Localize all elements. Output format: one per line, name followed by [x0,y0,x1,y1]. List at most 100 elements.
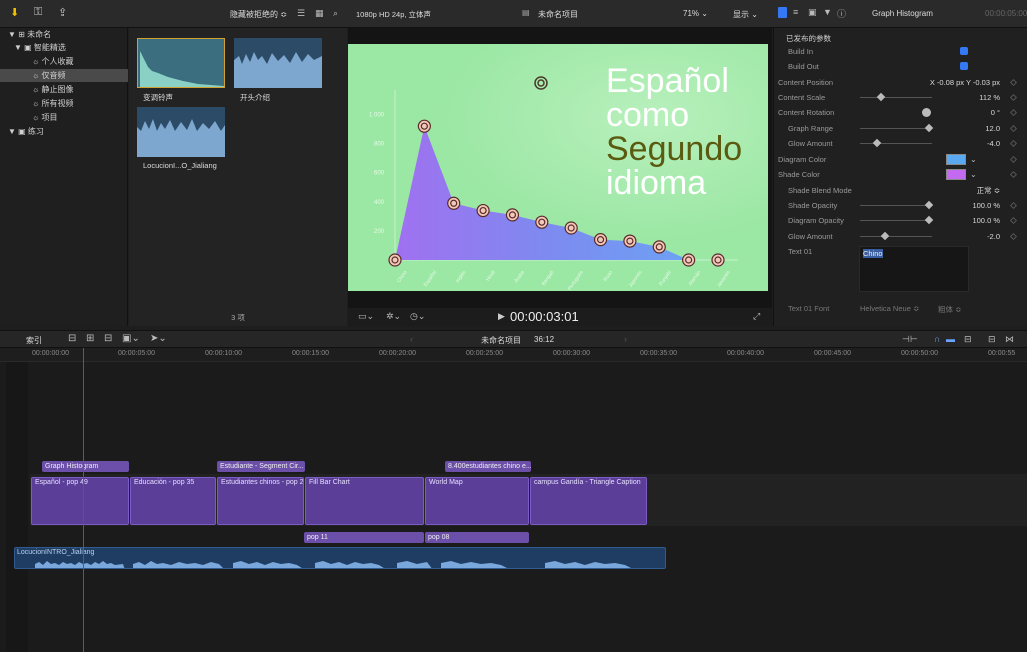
slider-track[interactable] [860,128,932,129]
library-item-all-video[interactable]: ☼ 所有视频 [0,97,128,110]
title-clip[interactable]: 8.400estudiantes chino e... [445,461,531,472]
param-value[interactable]: 12.0 [934,121,1000,136]
speed-icon[interactable]: ◷⌄ [410,311,425,322]
list-view-icon[interactable]: ☰ [297,8,305,19]
keyframe-icon[interactable] [1009,201,1018,210]
slider-knob[interactable] [924,215,934,225]
video-inspector-icon[interactable]: ▣ [808,7,817,18]
select-tool-icon[interactable]: ➤⌄ [150,333,167,344]
clip-appearance-icon[interactable]: ▦ [315,8,324,19]
title-clip[interactable]: Graph Histogram [42,461,129,472]
slider-knob[interactable] [924,123,934,133]
clip-thumbnail[interactable] [137,107,225,157]
param-value[interactable]: 0 ° [934,105,1000,120]
audio-meter-icon[interactable]: ⊣⊢ [902,334,918,345]
fullscreen-icon[interactable]: ⤢ [753,311,760,322]
keyframe-icon[interactable] [1009,232,1018,241]
keyframe-icon[interactable] [1009,93,1018,102]
slider-track[interactable] [860,220,932,221]
clip-thumbnail[interactable] [137,38,225,88]
text-inspector-icon[interactable]: ≡ [793,7,798,17]
param-value[interactable]: 112 % [934,90,1000,105]
slider-knob[interactable] [880,231,890,241]
slider-track[interactable] [860,205,932,206]
filter-inspector-icon[interactable]: ▼ [823,7,832,17]
library-item-smart-collections[interactable]: ▼ ▣ 智能精选 [0,41,128,54]
timeline-clip[interactable]: campus Gandía - Triangle Caption [530,477,647,525]
snapping-icon[interactable]: ▬ [946,334,955,344]
chevron-down-icon[interactable]: ⌄ [970,167,977,182]
keyword-icon[interactable]: ⚿ [34,6,48,20]
weight-select[interactable]: 粗体 ≎ [938,304,961,315]
clip-appearance-icon[interactable]: ⊟ [964,334,972,345]
title-clip[interactable]: Estudiante - Segment Cir... [217,461,305,472]
effects-browser-icon[interactable]: ⊟ [988,334,996,345]
playhead[interactable] [83,348,84,652]
transform-icon[interactable]: ▭⌄ [358,311,374,322]
rotation-dial-icon[interactable] [922,108,931,117]
param-label[interactable]: Diagram Color [778,152,826,167]
transitions-icon[interactable]: ⋈ [1005,334,1014,345]
param-value[interactable]: X -0.08 px Y -0.03 px [874,75,1000,90]
append-clip-icon[interactable]: ⊟ [104,333,112,344]
keyframe-icon[interactable] [1009,155,1018,164]
slider-knob[interactable] [924,200,934,210]
viewer-canvas[interactable]: 1 000 800 600 400 200 Chino Español Inglés Hind… [348,44,768,291]
slider-knob[interactable] [876,92,886,102]
timeline-clip[interactable]: Estudiantes chinos - pop 28 [217,477,304,525]
param-value[interactable]: 100.0 % [934,198,1000,213]
library-item-untitled[interactable]: ▼ ⊞ 未命名 [0,28,128,41]
library-item-favorites[interactable]: ☼ 个人收藏 [0,55,128,68]
slider-track[interactable] [860,97,932,98]
font-select[interactable]: Helvetica Neue ≎ [860,304,919,313]
keyframe-icon[interactable] [1009,139,1018,148]
zoom-dropdown[interactable]: 71% ⌄ [683,9,708,18]
text01-field[interactable]: Chino [859,246,969,292]
library-item-audio-only[interactable]: ☼ 仅音频 [0,69,128,82]
param-label[interactable]: Content Rotation [778,105,834,120]
keyframe-icon[interactable] [1009,170,1018,179]
param-value[interactable]: -4.0 [934,136,1000,151]
search-icon[interactable]: ⌕ [333,8,338,19]
back-arrow-icon[interactable]: ‹ [410,334,413,344]
play-icon[interactable]: ▶ [498,311,505,322]
param-value[interactable]: -2.0 [934,229,1000,244]
skimming-icon[interactable]: ∩ [934,334,940,344]
keyframe-icon[interactable] [1009,108,1018,117]
keyframe-icon[interactable] [1009,124,1018,133]
timeline-ruler[interactable]: 00:00:00:00 00:00:05:00 00:00:10:00 00:0… [0,348,1027,362]
build-in-checkbox[interactable] [960,47,968,55]
build-out-checkbox[interactable] [960,62,968,70]
display-dropdown[interactable]: 显示 ⌄ [733,9,758,20]
param-label[interactable]: Content Scale [778,90,825,105]
enhance-icon[interactable]: ✲⌄ [386,311,401,322]
index-button[interactable]: 索引 [26,335,42,346]
slider-knob[interactable] [872,138,882,148]
keyframe-icon[interactable] [1009,216,1018,225]
audio-clip[interactable]: LocucionINTRO_Jialiang [14,547,666,569]
timeline-clip[interactable]: Educación - pop 35 [130,477,216,525]
param-value[interactable]: 100.0 % [934,213,1000,228]
library-item-projects[interactable]: ☼ 项目 [0,111,128,124]
chevron-down-icon[interactable]: ⌄ [970,152,977,167]
forward-arrow-icon[interactable]: › [624,334,627,344]
share-icon[interactable]: ⇪ [58,6,72,20]
shade-color-swatch[interactable] [946,169,966,180]
connect-clip-icon[interactable]: ⊟ [68,333,76,344]
title-inspector-icon[interactable] [778,7,787,18]
library-item-stills[interactable]: ☼ 静止图像 [0,83,128,96]
slider-track[interactable] [860,236,932,237]
blend-mode-select[interactable]: 正常 ≎ [934,183,1000,198]
connected-clip[interactable]: pop 08 [425,532,529,543]
filter-dropdown[interactable]: 隐藏被拒绝的 ≎ [230,9,287,20]
param-label[interactable]: Shade Color [778,167,820,182]
import-icon[interactable]: ⬇ [10,6,24,20]
insert-clip-icon[interactable]: ⊞ [86,333,94,344]
param-label[interactable]: Content Position [778,75,833,90]
library-item-practice[interactable]: ▼ ▣ 练习 [0,125,128,138]
diagram-color-swatch[interactable] [946,154,966,165]
timeline[interactable]: Graph Histogram Estudiante - Segment Cir… [0,348,1027,652]
timeline-clip[interactable]: Fill Bar Chart [305,477,424,525]
overwrite-clip-icon[interactable]: ▣⌄ [122,333,140,344]
timeline-clip[interactable]: World Map [425,477,529,525]
